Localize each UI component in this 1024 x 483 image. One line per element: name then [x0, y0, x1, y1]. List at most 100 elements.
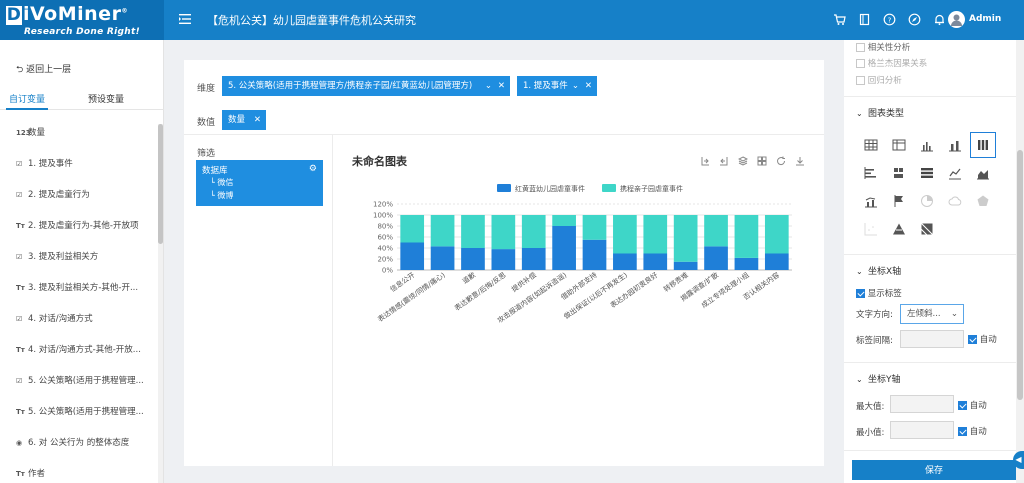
- user-name[interactable]: Admin: [969, 14, 1001, 24]
- matrix-chart-icon[interactable]: [914, 216, 940, 242]
- dimension-tag-event[interactable]: 1. 提及事件 ⌄ ✕: [517, 76, 597, 96]
- tab-custom-variables[interactable]: 自订变量: [9, 92, 45, 105]
- filter-tree[interactable]: 数据库 ⚙ └ 微信 └ 微博: [196, 160, 323, 206]
- bar-chart-icon[interactable]: [858, 160, 884, 186]
- table-icon[interactable]: [858, 132, 884, 158]
- download-icon[interactable]: [795, 156, 805, 166]
- book-icon[interactable]: [858, 13, 871, 26]
- section-y-axis[interactable]: ⌄ 坐标Y轴: [856, 372, 901, 385]
- list-item[interactable]: 123数量: [0, 118, 158, 149]
- area-chart-icon[interactable]: [970, 160, 996, 186]
- filter-item-wechat[interactable]: └ 微信: [210, 177, 233, 188]
- checkbox[interactable]: [968, 335, 977, 344]
- list-item[interactable]: ☑ 4. 对话/沟通方式: [0, 304, 158, 335]
- max-value-auto[interactable]: 自动: [958, 399, 987, 411]
- settings-scrollbar[interactable]: [1016, 40, 1024, 483]
- sidebar-scrollbar[interactable]: [158, 124, 163, 483]
- section-x-axis[interactable]: ⌄ 坐标X轴: [856, 264, 901, 277]
- checkbox: [856, 76, 865, 85]
- list-item[interactable]: Tт 5. 公关策略(适用于携程管理...: [0, 397, 158, 428]
- stacked-column-icon[interactable]: [942, 132, 968, 158]
- section-chart-type[interactable]: ⌄ 图表类型: [856, 106, 904, 119]
- bar-segment: [582, 215, 607, 240]
- close-icon[interactable]: ✕: [254, 110, 261, 130]
- max-value-input[interactable]: [890, 395, 954, 413]
- y-tick-label: 20%: [377, 256, 393, 264]
- back-link[interactable]: ⮌ 返回上一层: [16, 62, 71, 78]
- gear-icon[interactable]: ⚙: [309, 164, 317, 174]
- list-item[interactable]: Tт 作者: [0, 459, 158, 483]
- logo[interactable]: DiVoMiner® Research Done Right!: [0, 0, 164, 40]
- percent-column-icon[interactable]: [970, 132, 996, 158]
- list-item[interactable]: ◉ 6. 对 公关行为 的整体态度: [0, 428, 158, 459]
- text-direction-select[interactable]: 左倾斜... ⌄: [900, 304, 964, 324]
- list-item[interactable]: ☑ 3. 提及利益相关方: [0, 242, 158, 273]
- cart-icon[interactable]: [833, 13, 846, 26]
- line-chart-icon[interactable]: [942, 160, 968, 186]
- close-icon[interactable]: ✕: [498, 76, 505, 96]
- bar-segment: [764, 253, 789, 270]
- menu-toggle-icon[interactable]: [178, 12, 192, 26]
- min-value-input[interactable]: [890, 421, 954, 439]
- chevron-down-icon[interactable]: ⌄: [856, 267, 868, 276]
- compass-icon[interactable]: [908, 13, 921, 26]
- dimension-tag-strategy[interactable]: 5. 公关策略(适用于携程管理方/携程亲子园/红黄蓝幼儿园管理方) ⌄ ✕: [222, 76, 510, 96]
- min-value-auto[interactable]: 自动: [958, 425, 987, 437]
- radar-chart-icon[interactable]: [970, 188, 996, 214]
- checkbox[interactable]: [856, 289, 865, 298]
- back-icon: ⮌: [16, 65, 27, 75]
- bar-segment: [734, 215, 759, 258]
- pie-chart-icon[interactable]: [914, 188, 940, 214]
- scatter-chart-icon[interactable]: [858, 216, 884, 242]
- checkbox[interactable]: [958, 401, 967, 410]
- percent-bar-icon[interactable]: [914, 160, 940, 186]
- checkbox[interactable]: [856, 43, 865, 52]
- stacked-bar-icon[interactable]: [886, 160, 912, 186]
- export-icon[interactable]: [700, 156, 710, 166]
- stacked-bar-chart[interactable]: 红黄蓝幼儿园虐童事件 携程亲子园虐童事件 0% 20% 40% 60% 80% 100% 120…: [352, 176, 802, 376]
- tab-preset-variables[interactable]: 预设变量: [88, 92, 124, 105]
- option-correlation-analysis[interactable]: 相关性分析: [856, 41, 910, 53]
- back-label: 返回上一层: [26, 65, 72, 75]
- list-item[interactable]: Tт 4. 对话/沟通方式-其他-开放...: [0, 335, 158, 366]
- column-chart-icon[interactable]: [914, 132, 940, 158]
- chevron-down-icon[interactable]: ⌄: [572, 76, 579, 96]
- cloud-chart-icon[interactable]: [942, 188, 968, 214]
- pyramid-chart-icon[interactable]: [886, 216, 912, 242]
- filter-database[interactable]: 数据库: [202, 164, 228, 176]
- list-item[interactable]: ☑ 1. 提及事件: [0, 149, 158, 180]
- value-tag[interactable]: 数量 ✕: [222, 110, 266, 130]
- value-label: 数值: [197, 118, 216, 128]
- combo-chart-icon[interactable]: [858, 188, 884, 214]
- undo-icon[interactable]: [719, 156, 729, 166]
- flag-chart-icon[interactable]: [886, 188, 912, 214]
- list-item[interactable]: Tт 2. 提及虐童行为-其他-开放项: [0, 211, 158, 242]
- settings-scroll-thumb[interactable]: [1017, 150, 1023, 400]
- chevron-down-icon[interactable]: ⌄: [856, 109, 868, 118]
- chevron-down-icon[interactable]: ⌄: [856, 375, 868, 384]
- text-type-icon: Tт: [16, 470, 25, 478]
- avatar[interactable]: [948, 11, 965, 28]
- layers-icon[interactable]: [737, 156, 749, 166]
- checkbox[interactable]: [958, 427, 967, 436]
- label-interval-input[interactable]: [900, 330, 964, 348]
- filter-item-weibo[interactable]: └ 微博: [210, 190, 233, 201]
- refresh-icon[interactable]: [776, 156, 786, 166]
- save-button[interactable]: 保存: [852, 460, 1016, 480]
- bar-segment: [521, 215, 546, 248]
- grid-icon[interactable]: [757, 156, 767, 166]
- list-item[interactable]: ☑ 2. 提及虐童行为: [0, 180, 158, 211]
- list-item[interactable]: Tт 3. 提及利益相关方-其他-开...: [0, 273, 158, 304]
- bell-icon[interactable]: [933, 13, 946, 26]
- help-icon[interactable]: ?: [883, 13, 896, 26]
- chevron-down-icon[interactable]: ⌄: [485, 76, 492, 96]
- close-icon[interactable]: ✕: [585, 76, 592, 96]
- pivot-table-icon[interactable]: [886, 132, 912, 158]
- dimension-label: 维度: [197, 84, 216, 94]
- chart-title[interactable]: 未命名图表: [352, 153, 407, 169]
- sidebar-scroll-thumb[interactable]: [158, 124, 163, 244]
- label-interval-auto[interactable]: 自动: [968, 333, 997, 345]
- show-labels-option[interactable]: 显示标签: [856, 287, 902, 299]
- list-item[interactable]: ☑ 5. 公关策略(适用于携程管理...: [0, 366, 158, 397]
- collapse-panel-icon[interactable]: ◀: [1013, 451, 1024, 469]
